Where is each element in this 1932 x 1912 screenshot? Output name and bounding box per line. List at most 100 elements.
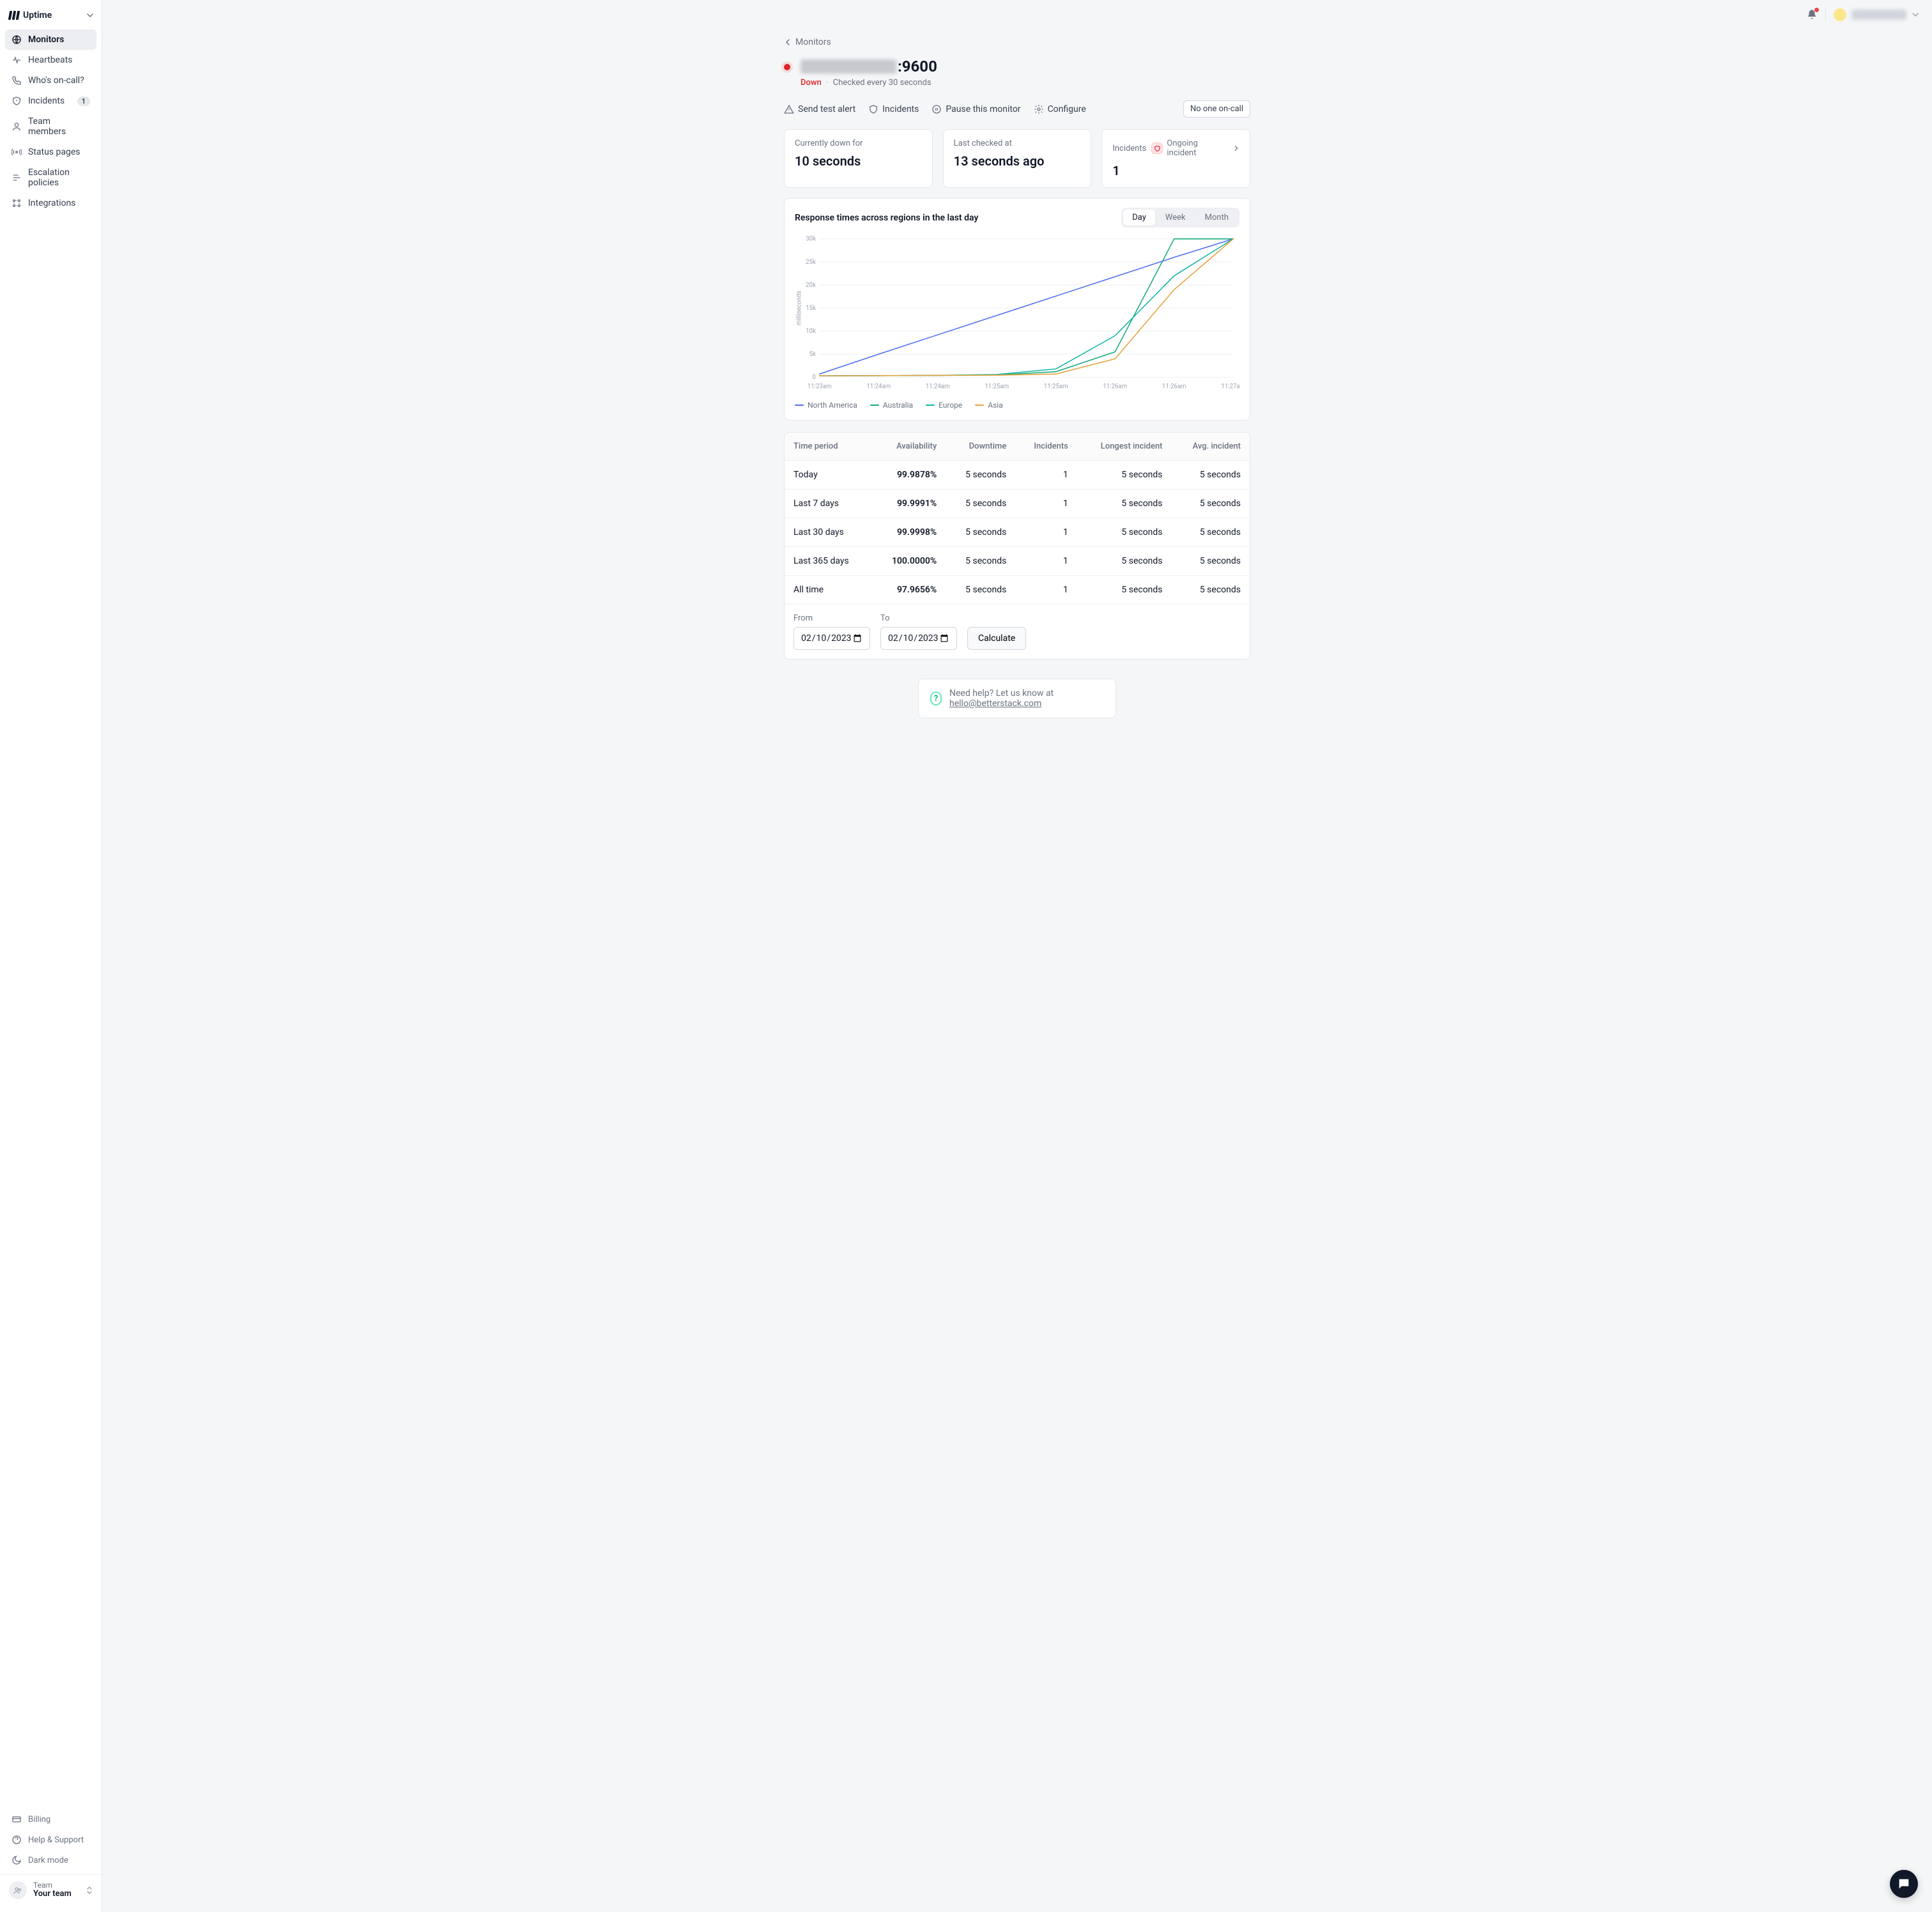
response-time-chart: 05k10k15k20k25k30kmilliseconds11:23am11:… bbox=[795, 235, 1239, 396]
breadcrumb-label: Monitors bbox=[795, 37, 831, 47]
card-label: Last checked at bbox=[954, 139, 1081, 148]
cell-avg: 5 seconds bbox=[1172, 547, 1250, 576]
range-month[interactable]: Month bbox=[1196, 210, 1238, 226]
svg-text:25k: 25k bbox=[806, 259, 816, 266]
sidebar-item-label: Status pages bbox=[28, 147, 80, 157]
user-icon bbox=[12, 121, 22, 132]
card-incidents: Incidents Ongoing incident 1 bbox=[1101, 129, 1250, 188]
sidebar-item-label: Heartbeats bbox=[28, 55, 72, 65]
card-icon bbox=[12, 1814, 22, 1824]
sidebar-item-heartbeats[interactable]: Heartbeats bbox=[5, 50, 96, 70]
cell-incidents: 1 bbox=[1015, 576, 1077, 605]
ongoing-label: Ongoing incident bbox=[1167, 139, 1229, 158]
cell-period: Today bbox=[785, 461, 871, 490]
ongoing-incident-link[interactable]: Ongoing incident bbox=[1151, 139, 1239, 158]
calculate-button[interactable]: Calculate bbox=[967, 627, 1026, 650]
team-avatar-icon bbox=[9, 1881, 27, 1899]
legend-item[interactable]: North America bbox=[795, 401, 857, 410]
legend-item[interactable]: Asia bbox=[975, 401, 1002, 410]
legend-item[interactable]: Australia bbox=[870, 401, 913, 410]
svg-text:5k: 5k bbox=[809, 351, 816, 358]
monitor-host-redacted bbox=[801, 59, 896, 73]
from-date-input[interactable] bbox=[793, 627, 870, 650]
cell-longest: 5 seconds bbox=[1077, 576, 1172, 605]
cell-downtime: 5 seconds bbox=[946, 490, 1015, 518]
broadcast-icon bbox=[12, 147, 22, 157]
cell-downtime: 5 seconds bbox=[946, 518, 1015, 547]
sidebar-item-label: Integrations bbox=[28, 198, 75, 208]
card-currently-down: Currently down for 10 seconds bbox=[784, 129, 933, 188]
monitor-check-interval: Checked every 30 seconds bbox=[833, 78, 931, 88]
sidebar-nav: Monitors Heartbeats Who's on-call? Incid… bbox=[0, 29, 102, 213]
cell-availability: 97.9656% bbox=[871, 576, 946, 605]
card-value: 1 bbox=[1112, 163, 1239, 178]
team-switcher[interactable]: Team Your team bbox=[0, 1874, 102, 1906]
configure-button[interactable]: Configure bbox=[1034, 104, 1086, 114]
range-day[interactable]: Day bbox=[1123, 210, 1155, 226]
cell-downtime: 5 seconds bbox=[946, 547, 1015, 576]
sidebar-item-darkmode[interactable]: Dark mode bbox=[5, 1850, 96, 1870]
sidebar-item-help[interactable]: Help & Support bbox=[5, 1830, 96, 1850]
sidebar-item-escalation[interactable]: Escalation policies bbox=[5, 162, 96, 193]
cell-period: Last 7 days bbox=[785, 490, 871, 518]
chevron-down-icon bbox=[1912, 11, 1919, 19]
sidebar-item-monitors[interactable]: Monitors bbox=[5, 29, 96, 50]
cell-avg: 5 seconds bbox=[1172, 576, 1250, 605]
oncall-chip[interactable]: No one on-call bbox=[1183, 100, 1250, 118]
action-label: Pause this monitor bbox=[946, 104, 1020, 114]
action-label: Send test alert bbox=[798, 104, 855, 114]
svg-text:11:26am: 11:26am bbox=[1103, 383, 1127, 390]
chart-title: Response times across regions in the las… bbox=[795, 213, 978, 223]
intercom-launcher[interactable] bbox=[1890, 1870, 1918, 1898]
col-longest: Longest incident bbox=[1077, 433, 1172, 461]
cell-avg: 5 seconds bbox=[1172, 490, 1250, 518]
cell-period: Last 365 days bbox=[785, 547, 871, 576]
legend-item[interactable]: Europe bbox=[926, 401, 962, 410]
sidebar-item-team-members[interactable]: Team members bbox=[5, 111, 96, 142]
notifications-button[interactable] bbox=[1806, 9, 1818, 20]
monitor-subtitle: Down · Checked every 30 seconds bbox=[801, 78, 1250, 88]
pulse-icon bbox=[12, 55, 22, 65]
team-name: Your team bbox=[33, 1890, 72, 1899]
sidebar-item-integrations[interactable]: Integrations bbox=[5, 193, 96, 213]
sidebar-item-billing[interactable]: Billing bbox=[5, 1809, 96, 1830]
send-test-alert-button[interactable]: Send test alert bbox=[784, 104, 855, 114]
breadcrumb-back[interactable]: Monitors bbox=[784, 37, 1250, 47]
card-value: 13 seconds ago bbox=[954, 153, 1081, 169]
cell-longest: 5 seconds bbox=[1077, 490, 1172, 518]
shield-icon bbox=[12, 96, 22, 106]
pause-monitor-button[interactable]: Pause this monitor bbox=[931, 104, 1020, 114]
sidebar-item-label: Who's on-call? bbox=[28, 75, 84, 86]
gear-icon bbox=[1034, 104, 1044, 114]
shield-alert-icon bbox=[1151, 143, 1163, 154]
sidebar-item-oncall[interactable]: Who's on-call? bbox=[5, 70, 96, 91]
svg-text:0: 0 bbox=[812, 374, 815, 381]
table-row: Last 365 days100.0000%5 seconds15 second… bbox=[785, 547, 1250, 576]
cell-incidents: 1 bbox=[1015, 518, 1077, 547]
cell-availability: 99.9991% bbox=[871, 490, 946, 518]
col-period: Time period bbox=[785, 433, 871, 461]
svg-text:11:23am: 11:23am bbox=[808, 383, 832, 390]
user-menu[interactable]: redacted-user bbox=[1834, 8, 1919, 21]
table-row: All time97.9656%5 seconds15 seconds5 sec… bbox=[785, 576, 1250, 605]
help-icon: ? bbox=[930, 691, 942, 705]
svg-text:11:25am: 11:25am bbox=[985, 383, 1009, 390]
chart-card: Response times across regions in the las… bbox=[784, 198, 1250, 420]
policy-icon bbox=[12, 173, 22, 183]
status-indicator-down bbox=[784, 64, 790, 70]
brand-switcher[interactable]: Uptime bbox=[0, 5, 102, 29]
table-row: Today99.9878%5 seconds15 seconds5 second… bbox=[785, 461, 1250, 490]
to-label: To bbox=[880, 613, 957, 623]
to-date-input[interactable] bbox=[880, 627, 957, 650]
help-email-link[interactable]: hello@betterstack.com bbox=[949, 698, 1041, 709]
sidebar-item-incidents[interactable]: Incidents 1 bbox=[5, 91, 96, 111]
incidents-link[interactable]: Incidents bbox=[868, 104, 919, 114]
sidebar-item-status-pages[interactable]: Status pages bbox=[5, 142, 96, 162]
sidebar-item-label: Help & Support bbox=[28, 1835, 84, 1845]
card-label: Incidents bbox=[1112, 144, 1146, 153]
col-availability: Availability bbox=[871, 433, 946, 461]
svg-text:10k: 10k bbox=[806, 328, 816, 335]
range-week[interactable]: Week bbox=[1156, 210, 1195, 226]
shield-icon bbox=[868, 104, 878, 114]
action-label: Configure bbox=[1048, 104, 1086, 114]
